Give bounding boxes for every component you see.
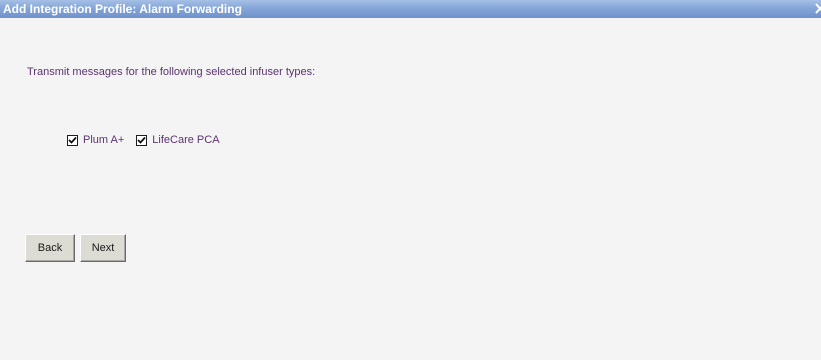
checkmark-icon — [68, 136, 77, 144]
option-plum-a-plus[interactable]: Plum A+ — [67, 133, 124, 147]
dialog-content: Transmit messages for the following sele… — [0, 18, 821, 360]
title-bar[interactable]: Add Integration Profile: Alarm Forwardin… — [0, 0, 821, 18]
option-lifecare-pca[interactable]: LifeCare PCA — [136, 133, 220, 147]
checkmark-icon — [137, 136, 146, 144]
dialog-title: Add Integration Profile: Alarm Forwardin… — [3, 2, 242, 16]
lifecare-pca-checkbox[interactable] — [136, 134, 148, 146]
close-icon[interactable] — [815, 1, 821, 17]
wizard-buttons: Back Next — [25, 234, 131, 262]
next-button[interactable]: Next — [80, 234, 126, 262]
infuser-type-options: Plum A+ LifeCare PCA — [67, 132, 232, 148]
plum-a-plus-label: Plum A+ — [83, 134, 125, 146]
back-button[interactable]: Back — [25, 234, 75, 262]
lifecare-pca-label: LifeCare PCA — [152, 134, 220, 146]
dialog-window: Add Integration Profile: Alarm Forwardin… — [0, 0, 821, 360]
plum-a-plus-checkbox[interactable] — [67, 134, 78, 146]
instruction-text: Transmit messages for the following sele… — [27, 66, 316, 78]
